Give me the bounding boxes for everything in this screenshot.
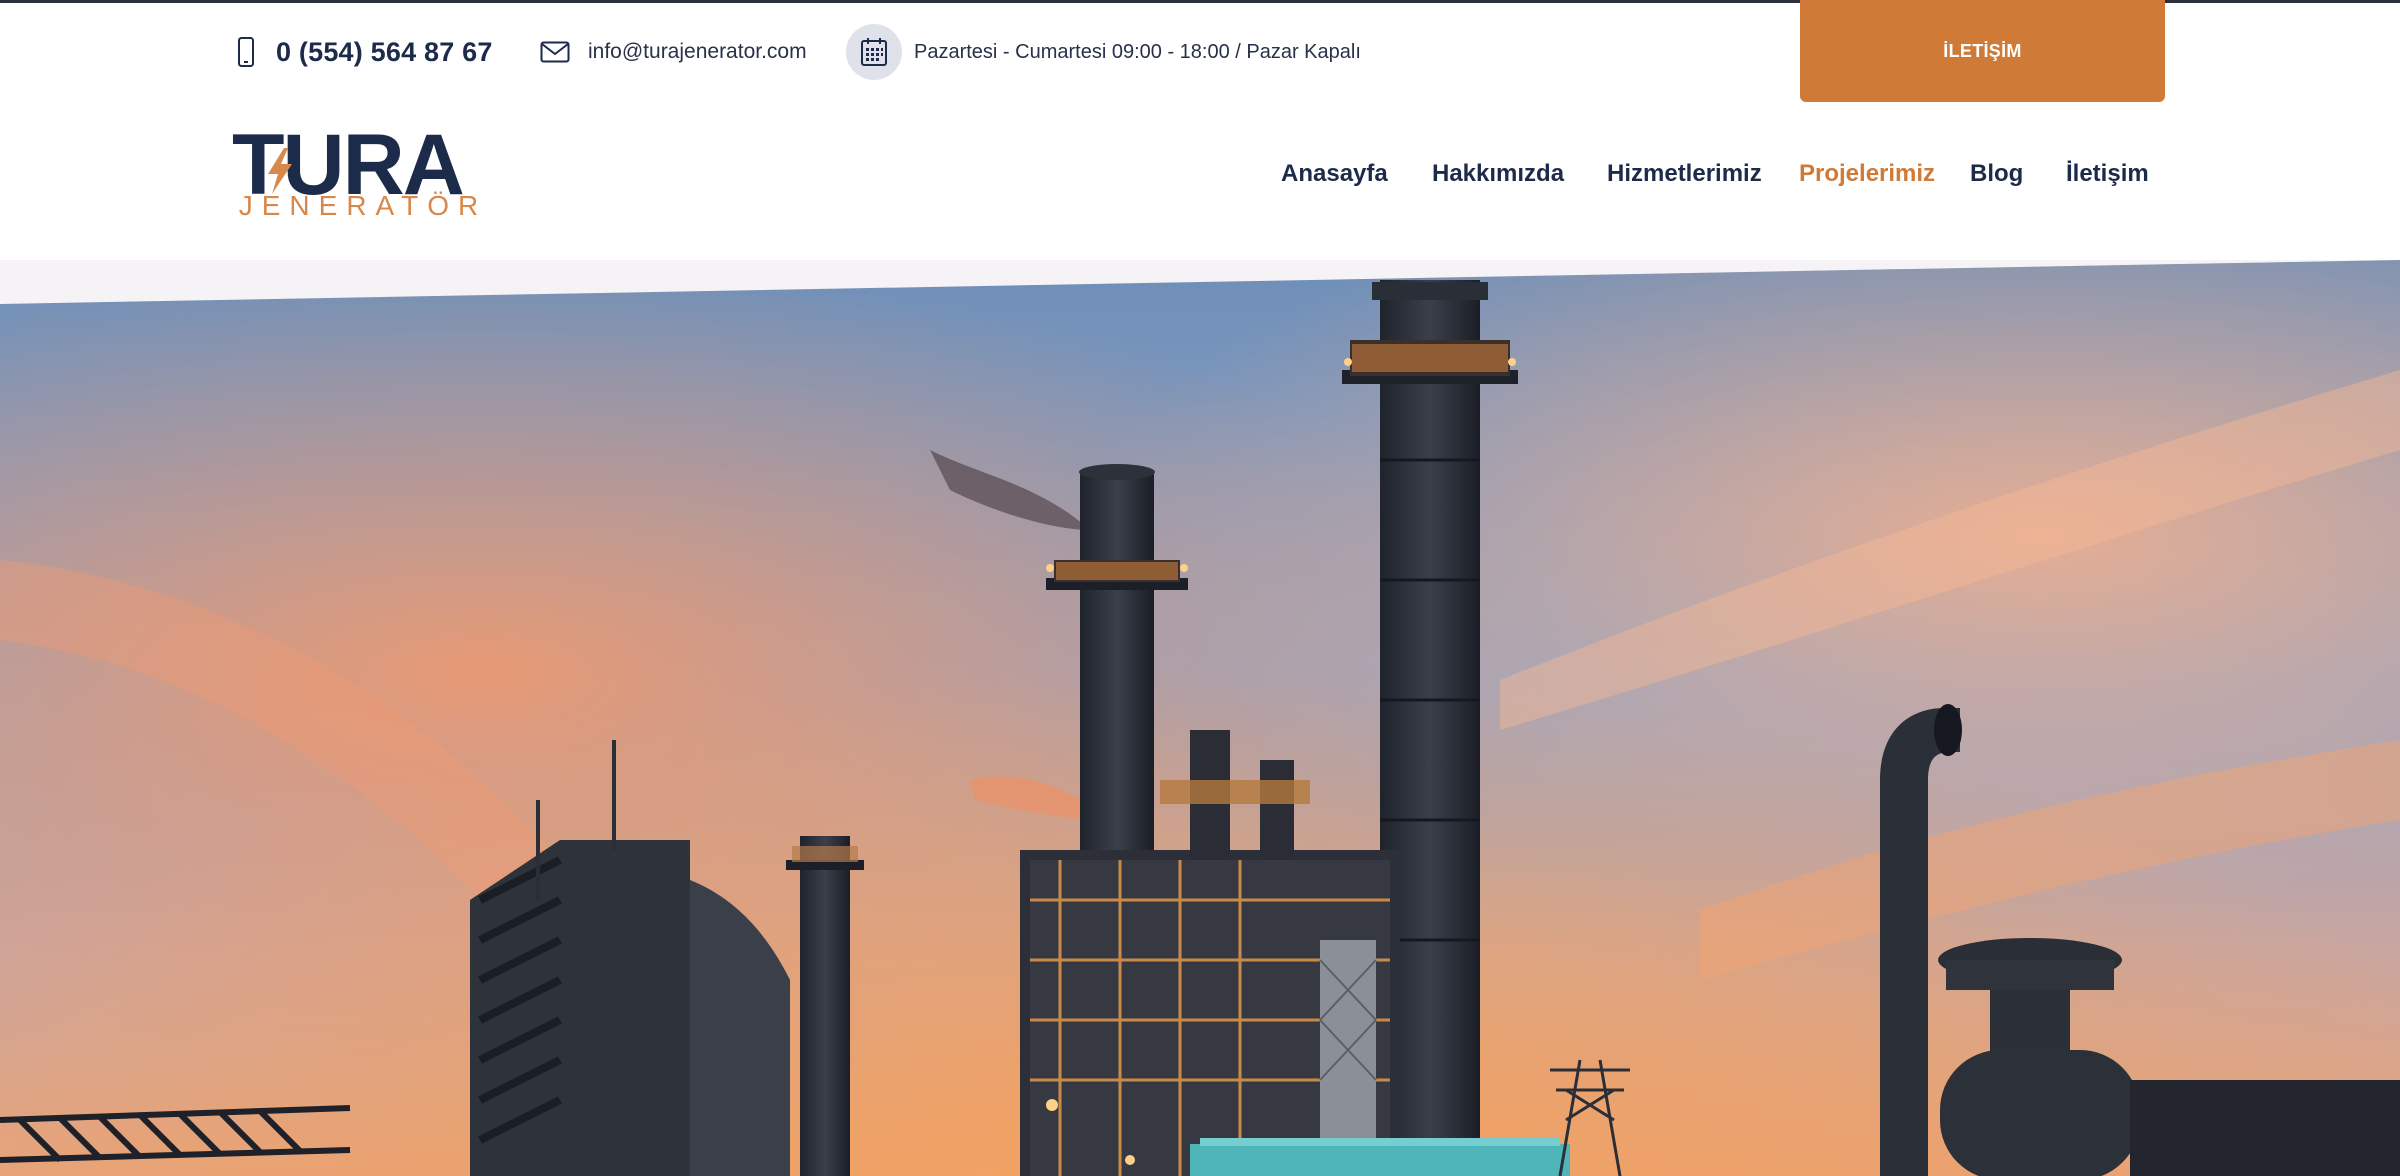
nav-item-anasayfa[interactable]: Anasayfa (1281, 160, 1388, 188)
nav-item-iletisim[interactable]: İletişim (2066, 160, 2149, 188)
top-info-bar: 0 (554) 564 87 67 info@turajenerator.com… (0, 0, 2400, 104)
email-address[interactable]: info@turajenerator.com (588, 40, 807, 64)
calendar-icon (861, 38, 887, 66)
nav-item-hakkimizda[interactable]: Hakkımızda (1432, 160, 1564, 188)
mobile-phone-icon (238, 37, 254, 67)
nav-item-projelerimiz[interactable]: Projelerimiz (1799, 160, 1935, 188)
working-hours: Pazartesi - Cumartesi 09:00 - 18:00 / Pa… (846, 0, 1361, 104)
working-hours-text: Pazartesi - Cumartesi 09:00 - 18:00 / Pa… (914, 40, 1361, 63)
calendar-icon-badge (846, 24, 902, 80)
power-plant-image (0, 260, 2400, 1176)
email-contact[interactable]: info@turajenerator.com (540, 0, 807, 104)
phone-number[interactable]: 0 (554) 564 87 67 (276, 37, 493, 68)
main-navigation: Anasayfa Hakkımızda Hizmetlerimiz Projel… (0, 160, 2400, 204)
nav-item-blog[interactable]: Blog (1970, 160, 2023, 188)
hero-banner (0, 260, 2400, 1176)
envelope-icon (540, 41, 570, 63)
contact-cta-button[interactable]: İLETİŞİM (1800, 0, 2165, 102)
phone-contact[interactable]: 0 (554) 564 87 67 (234, 0, 493, 104)
nav-item-hizmetlerimiz[interactable]: Hizmetlerimiz (1607, 160, 1762, 188)
